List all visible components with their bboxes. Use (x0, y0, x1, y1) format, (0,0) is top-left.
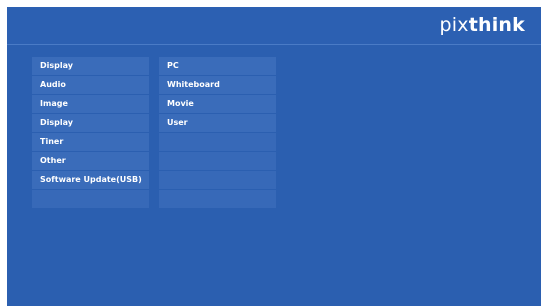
menu-item-display-2[interactable]: Display (32, 114, 149, 132)
menu-item-other[interactable]: Other (32, 152, 149, 170)
submenu-item-whiteboard[interactable]: Whiteboard (159, 76, 276, 94)
menu-item-image[interactable]: Image (32, 95, 149, 113)
logo-text-light: pix (439, 14, 469, 36)
top-bar: pixthink (7, 7, 541, 45)
menu-item-software-update[interactable]: Software Update(USB) (32, 171, 149, 189)
submenu-item-empty (159, 133, 276, 151)
submenu-item-empty (159, 171, 276, 189)
menu-item-tiner[interactable]: Tiner (32, 133, 149, 151)
menu-item-empty (32, 190, 149, 208)
submenu-item-empty (159, 152, 276, 170)
submenu-item-movie[interactable]: Movie (159, 95, 276, 113)
menu-item-display[interactable]: Display (32, 57, 149, 75)
logo-text-bold: think (468, 14, 525, 36)
pixthink-logo: pixthink (440, 14, 525, 36)
submenu-item-user[interactable]: User (159, 114, 276, 132)
main-menu: Display Audio Image Display Tiner Other … (32, 57, 149, 209)
submenu-item-pc[interactable]: PC (159, 57, 276, 75)
menu-item-audio[interactable]: Audio (32, 76, 149, 94)
osd-screen: pixthink Display Audio Image Display Tin… (7, 7, 541, 306)
submenu-item-empty (159, 190, 276, 208)
sub-menu: PC Whiteboard Movie User (159, 57, 276, 209)
